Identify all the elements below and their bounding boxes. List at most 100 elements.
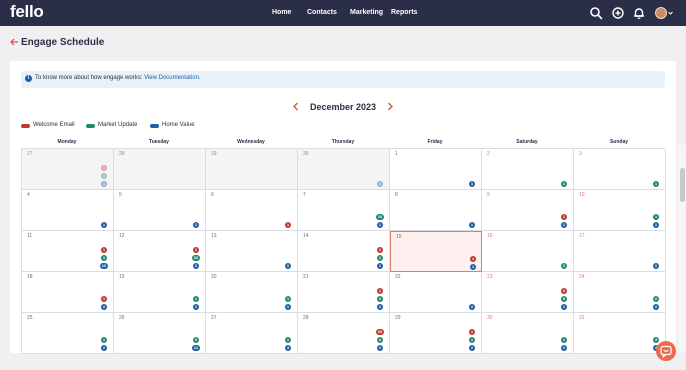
welcome-email-badge[interactable]: 1 — [285, 222, 291, 228]
calendar-day[interactable]: 22 2 — [390, 272, 482, 313]
market-update-badge[interactable]: 1 — [561, 181, 567, 187]
welcome-email-badge[interactable]: 1 — [193, 247, 199, 253]
calendar-day[interactable]: 26 3 12 — [114, 313, 206, 354]
welcome-email-badge[interactable]: 1 — [377, 288, 383, 294]
market-update-badge[interactable]: 1 — [285, 337, 291, 343]
user-menu[interactable] — [655, 7, 673, 19]
calendar-day[interactable]: 17 1 — [574, 231, 666, 272]
bell-icon[interactable] — [632, 6, 646, 20]
home-value-badge[interactable]: 1 — [377, 222, 383, 228]
home-value-badge[interactable]: 1 — [469, 222, 475, 228]
calendar-day[interactable]: 30 1 2 — [482, 313, 574, 354]
nav-reports[interactable]: Reports — [391, 9, 417, 16]
next-month-button[interactable] — [386, 102, 394, 111]
calendar-day[interactable]: 9 1 1 — [482, 190, 574, 231]
avatar[interactable] — [655, 7, 667, 19]
scrollbar-thumb[interactable] — [680, 168, 685, 202]
home-value-badge[interactable]: 1 — [101, 181, 107, 187]
market-update-badge[interactable]: 1 — [285, 296, 291, 302]
calendar-day[interactable]: 61 — [206, 190, 298, 231]
calendar-day[interactable]: 29 — [206, 149, 298, 190]
calendar-day[interactable]: 81 — [390, 190, 482, 231]
calendar-day[interactable]: 51 — [114, 190, 206, 231]
fello-logo[interactable]: fello — [10, 2, 44, 22]
calendar-day[interactable]: 28 — [114, 149, 206, 190]
nav-home[interactable]: Home — [272, 9, 291, 16]
calendar-day[interactable]: 19 1 1 — [114, 272, 206, 313]
welcome-email-badge[interactable]: 1 — [101, 165, 107, 171]
calendar-day[interactable]: 16 2 — [482, 231, 574, 272]
calendar-day[interactable]: 24 2 2 — [574, 272, 666, 313]
market-update-badge[interactable]: 2 — [561, 263, 567, 269]
home-value-badge[interactable]: 1 — [653, 263, 659, 269]
market-update-badge[interactable]: 3 — [193, 337, 199, 343]
calendar-day[interactable]: 11 — [390, 149, 482, 190]
home-value-badge[interactable]: 2 — [469, 345, 475, 351]
market-update-badge[interactable]: 1 — [101, 337, 107, 343]
add-circle-icon[interactable] — [611, 6, 625, 20]
calendar-day[interactable]: 25 1 2 — [22, 313, 114, 354]
home-value-badge[interactable]: 2 — [561, 345, 567, 351]
calendar-day[interactable]: 3134 — [574, 313, 666, 354]
calendar-day[interactable]: 13 1 — [206, 231, 298, 272]
calendar-day[interactable]: 23 2 5 1 — [482, 272, 574, 313]
home-value-badge[interactable]: 1 — [285, 263, 291, 269]
market-update-badge[interactable]: 2 — [377, 296, 383, 302]
market-update-badge[interactable]: 1 — [653, 181, 659, 187]
calendar-day[interactable]: 10 1 1 — [574, 190, 666, 231]
calendar-day[interactable]: 11 1 1 10 — [22, 231, 114, 272]
home-value-badge[interactable]: 10 — [100, 263, 108, 269]
calendar-day[interactable]: 7 10 1 — [298, 190, 390, 231]
market-update-badge[interactable]: 1 — [561, 337, 567, 343]
calendar-day[interactable]: 18 1 2 — [22, 272, 114, 313]
back-arrow-icon[interactable] — [9, 37, 19, 47]
home-value-badge[interactable]: 1 — [470, 264, 476, 270]
home-value-badge[interactable]: 1 — [377, 263, 383, 269]
home-value-badge[interactable]: 1 — [377, 181, 383, 187]
welcome-email-badge[interactable]: 1 — [101, 247, 107, 253]
home-value-badge[interactable]: 2 — [193, 263, 199, 269]
market-update-badge[interactable]: 1 — [193, 296, 199, 302]
home-value-badge[interactable]: 2 — [653, 304, 659, 310]
home-value-badge[interactable]: 1 — [561, 222, 567, 228]
welcome-email-badge[interactable]: 1 — [101, 296, 107, 302]
calendar-day[interactable]: 28 29 4 2 — [298, 313, 390, 354]
calendar-day[interactable]: 27 1 1 1 — [22, 149, 114, 190]
market-update-badge[interactable]: 5 — [561, 296, 567, 302]
home-value-badge[interactable]: 1 — [101, 222, 107, 228]
view-documentation-link[interactable]: View Documentation — [144, 75, 199, 81]
welcome-email-badge[interactable]: 1 — [470, 256, 476, 262]
search-icon[interactable] — [589, 6, 603, 20]
nav-contacts[interactable]: Contacts — [307, 9, 337, 16]
home-value-badge[interactable]: 2 — [101, 304, 107, 310]
market-update-badge[interactable]: 4 — [377, 337, 383, 343]
nav-marketing[interactable]: Marketing — [350, 9, 383, 16]
market-update-badge[interactable]: 10 — [192, 255, 200, 261]
home-value-badge[interactable]: 1 — [193, 304, 199, 310]
calendar-day[interactable]: 41 — [22, 190, 114, 231]
calendar-day[interactable]: 29 1 1 2 — [390, 313, 482, 354]
home-value-badge[interactable]: 1 — [285, 304, 291, 310]
market-update-badge[interactable]: 1 — [469, 337, 475, 343]
market-update-badge[interactable]: 1 — [377, 255, 383, 261]
market-update-badge[interactable]: 1 — [101, 255, 107, 261]
calendar-day[interactable]: 21 1 2 2 — [298, 272, 390, 313]
calendar-day[interactable]: 14 1 1 1 — [298, 231, 390, 272]
welcome-email-badge[interactable]: 1 — [377, 247, 383, 253]
home-value-badge[interactable]: 1 — [561, 304, 567, 310]
welcome-email-badge[interactable]: 2 — [561, 288, 567, 294]
home-value-badge[interactable]: 1 — [653, 222, 659, 228]
home-value-badge[interactable]: 12 — [192, 345, 200, 351]
home-value-badge[interactable]: 2 — [101, 345, 107, 351]
calendar-day[interactable]: 31 — [574, 149, 666, 190]
calendar-day[interactable]: 27 1 3 — [206, 313, 298, 354]
calendar-day[interactable]: 21 — [482, 149, 574, 190]
market-update-badge[interactable]: 2 — [653, 296, 659, 302]
home-value-badge[interactable]: 2 — [377, 345, 383, 351]
home-value-badge[interactable]: 1 — [469, 181, 475, 187]
calendar-day[interactable]: 20 1 1 — [206, 272, 298, 313]
welcome-email-badge[interactable]: 29 — [376, 329, 384, 335]
calendar-day[interactable]: 12 1 10 2 — [114, 231, 206, 272]
chat-icon[interactable] — [656, 341, 676, 361]
market-update-badge[interactable]: 1 — [101, 173, 107, 179]
